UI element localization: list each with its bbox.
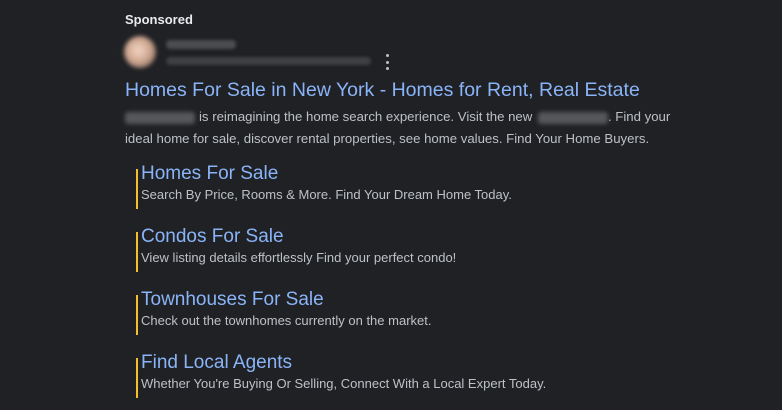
sitelink-title[interactable]: Townhouses For Sale [141,289,324,311]
sitelink-description: Whether You're Buying Or Selling, Connec… [141,376,547,391]
ad-description-part1: is reimagining the home search experienc… [199,109,533,124]
sponsored-label: Sponsored [125,12,193,27]
redacted-brand-url [537,111,608,124]
sitelink-description: Search By Price, Rooms & More. Find Your… [141,187,512,202]
advertiser-info [124,36,404,70]
sitelink-townhouses-for-sale: Townhouses For Sale Check out the townho… [136,289,698,335]
sitelink-title[interactable]: Find Local Agents [141,352,292,374]
three-dot-menu-icon[interactable] [382,54,392,70]
redacted-brand-name [125,111,195,124]
sitelink-description: View listing details effortlessly Find y… [141,250,457,265]
advertiser-favicon[interactable] [124,36,156,68]
sitelink-description: Check out the townhomes currently on the… [141,313,432,328]
advertiser-url-redacted [166,57,371,65]
sitelink-condos-for-sale: Condos For Sale View listing details eff… [136,226,698,272]
sitelink-title[interactable]: Condos For Sale [141,226,284,248]
ad-headline-link[interactable]: Homes For Sale in New York - Homes for R… [125,79,640,102]
sitelink-find-local-agents: Find Local Agents Whether You're Buying … [136,352,698,398]
advertiser-name-redacted [166,40,236,49]
ad-description: is reimagining the home search experienc… [125,106,685,150]
sitelink-title[interactable]: Homes For Sale [141,163,278,185]
sitelink-homes-for-sale: Homes For Sale Search By Price, Rooms & … [136,163,698,209]
sponsored-ad: Sponsored Homes For Sale in New York - H… [0,0,782,410]
